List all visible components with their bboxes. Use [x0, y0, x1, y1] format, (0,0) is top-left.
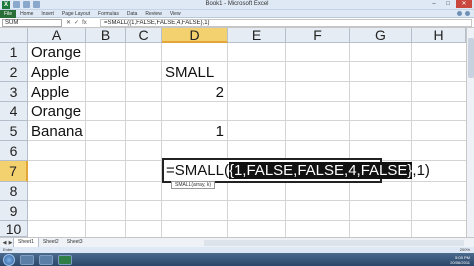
gridline-row — [28, 140, 474, 141]
cancel-icon[interactable]: ✕ — [66, 19, 71, 27]
excel-taskbar-icon[interactable] — [58, 254, 72, 265]
formula-suffix: ,1) — [412, 162, 430, 179]
cell-a5[interactable]: Banana — [31, 123, 83, 140]
gridline-column — [227, 43, 228, 237]
window-controls: – □ ✕ — [428, 0, 472, 8]
browser-taskbar-icon[interactable] — [39, 254, 53, 265]
clock-date: 20/06/2011 — [450, 259, 470, 265]
enter-icon[interactable]: ✓ — [74, 19, 79, 27]
column-header-d[interactable]: D — [162, 28, 228, 43]
title-bar: X Book1 - Microsoft Excel – □ ✕ — [0, 0, 474, 10]
column-header-h[interactable]: H — [412, 28, 466, 43]
column-header-e[interactable]: E — [228, 28, 286, 43]
scroll-thumb[interactable] — [468, 38, 474, 78]
tab-file[interactable]: File — [0, 9, 17, 18]
column-header-a[interactable]: A — [28, 28, 86, 43]
row-header-10[interactable]: 10 — [0, 221, 28, 237]
first-sheet-icon[interactable]: ◀ — [2, 240, 7, 246]
formula-selected-array: {1,FALSE,FALSE,4,FALSE} — [228, 162, 413, 179]
column-header-c[interactable]: C — [126, 28, 162, 43]
ribbon-right-icons — [457, 11, 474, 16]
gridline-row — [28, 101, 474, 102]
tab-formulas[interactable]: Formulas — [94, 10, 123, 18]
taskbar: 5:05 PM 20/06/2011 — [0, 253, 474, 266]
row-header-6[interactable]: 6 — [0, 141, 28, 161]
tab-review[interactable]: Review — [141, 10, 165, 18]
ribbon-collapse-icon[interactable] — [465, 11, 470, 16]
cell-a4[interactable]: Orange — [31, 103, 81, 120]
sheet-tab-3[interactable]: Sheet3 — [63, 238, 87, 247]
row-header-3[interactable]: 3 — [0, 82, 28, 102]
horizontal-scrollbar[interactable] — [204, 239, 464, 246]
status-mode: Enter — [3, 247, 13, 252]
tab-insert[interactable]: Insert — [37, 10, 58, 18]
worksheet-grid[interactable]: A B C D E F G H 1 2 3 4 5 6 7 8 9 10 Ora… — [0, 28, 474, 237]
column-header-b[interactable]: B — [86, 28, 126, 43]
cell-d5[interactable]: 1 — [162, 123, 224, 140]
insert-function-icon[interactable]: fx — [82, 19, 87, 27]
cell-a3[interactable]: Apple — [31, 84, 69, 101]
tab-page-layout[interactable]: Page Layout — [58, 10, 94, 18]
system-clock: 5:05 PM 20/06/2011 — [450, 255, 470, 265]
gridline-row — [28, 120, 474, 121]
row-header-9[interactable]: 9 — [0, 201, 28, 221]
start-button-icon[interactable] — [3, 253, 15, 266]
column-header-f[interactable]: F — [286, 28, 350, 43]
minimize-button[interactable]: – — [428, 0, 440, 8]
help-icon[interactable] — [457, 11, 462, 16]
row-header-8[interactable]: 8 — [0, 182, 28, 201]
tab-home[interactable]: Home — [16, 10, 37, 18]
cell-d2[interactable]: SMALL — [165, 64, 214, 81]
sheet-nav: ◀ ▶ — [0, 240, 13, 246]
gridline-column — [349, 43, 350, 237]
function-tooltip[interactable]: SMALL(array, k) — [171, 181, 216, 189]
formula-buttons: ✕ ✓ fx — [66, 19, 87, 27]
cell-d3[interactable]: 2 — [162, 84, 224, 101]
row-header-1[interactable]: 1 — [0, 43, 28, 62]
sheet-tab-bar: ◀ ▶ Sheet1 Sheet2 Sheet3 — [0, 237, 474, 248]
formula-bar: SUM ✕ ✓ fx =SMALL({1,FALSE,FALSE,4,FALSE… — [0, 18, 474, 28]
cell-d7-formula: =SMALL({1,FALSE,FALSE,4,FALSE},1) — [166, 162, 430, 180]
gridline-column — [285, 43, 286, 237]
cell-a1[interactable]: Orange — [31, 44, 81, 61]
gridline-column — [85, 43, 86, 237]
cell-a2[interactable]: Apple — [31, 64, 69, 81]
gridline-column — [125, 43, 126, 237]
sheet-tab-1[interactable]: Sheet1 — [13, 237, 39, 248]
column-header-g[interactable]: G — [350, 28, 412, 43]
cell-d7-editor[interactable]: =SMALL({1,FALSE,FALSE,4,FALSE},1) — [162, 158, 430, 183]
row-header-5[interactable]: 5 — [0, 121, 28, 141]
row-header-4[interactable]: 4 — [0, 102, 28, 121]
close-button[interactable]: ✕ — [456, 0, 472, 8]
window-title: Book1 - Microsoft Excel — [205, 1, 269, 7]
gridline-column — [411, 43, 412, 237]
tab-view[interactable]: View — [166, 10, 185, 18]
sheet-tab-2[interactable]: Sheet2 — [39, 238, 63, 247]
tab-data[interactable]: Data — [123, 10, 142, 18]
row-header-2[interactable]: 2 — [0, 62, 28, 82]
formula-input[interactable]: =SMALL({1,FALSE,FALSE,4,FALSE},1) — [100, 19, 472, 27]
explorer-taskbar-icon[interactable] — [20, 254, 34, 265]
vertical-scrollbar[interactable] — [466, 28, 474, 237]
gridline-column — [161, 43, 162, 237]
formula-prefix: =SMALL( — [166, 162, 229, 179]
gridline-row — [28, 200, 474, 201]
gridline-row — [28, 81, 474, 82]
maximize-button[interactable]: □ — [442, 0, 454, 8]
gridline-row — [28, 61, 474, 62]
ribbon-tabs: File Home Insert Page Layout Formulas Da… — [0, 9, 474, 18]
name-box[interactable]: SUM — [2, 19, 62, 27]
row-header-7[interactable]: 7 — [0, 161, 28, 182]
select-all-corner[interactable] — [0, 28, 28, 43]
gridline-row — [28, 220, 474, 221]
